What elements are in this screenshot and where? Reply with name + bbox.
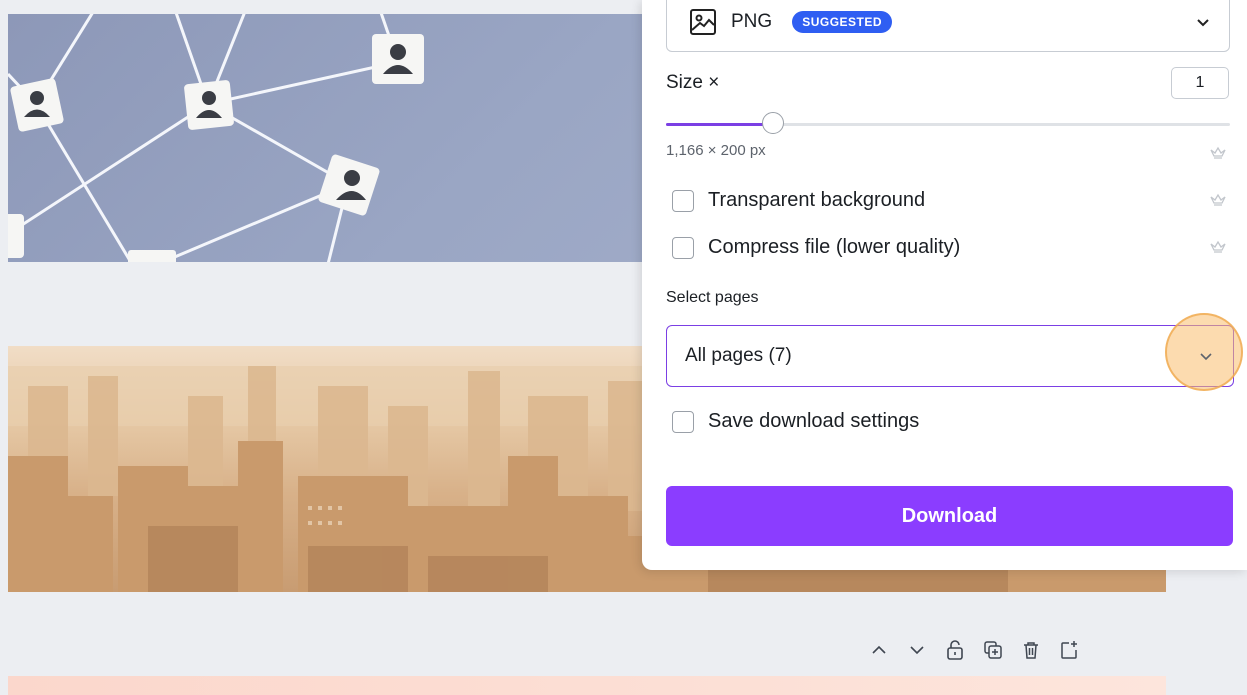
save-settings-label: Save download settings [708, 410, 920, 432]
size-input[interactable]: 1 [1171, 67, 1229, 99]
move-page-down-button[interactable] [900, 633, 934, 667]
lock-page-button[interactable] [938, 633, 972, 667]
duplicate-icon [984, 641, 1002, 659]
save-settings-option[interactable]: Save download settings [672, 410, 919, 433]
lock-icon [947, 640, 963, 660]
download-button[interactable]: Download [666, 486, 1233, 546]
transparent-background-checkbox[interactable] [672, 189, 694, 212]
compress-file-label: Compress file (lower quality) [708, 236, 961, 258]
output-dimensions: 1,166 × 200 px [666, 142, 766, 159]
duplicate-page-button[interactable] [976, 633, 1010, 667]
size-slider-handle[interactable] [762, 112, 785, 134]
transparent-background-label: Transparent background [708, 189, 926, 211]
size-slider-fill [666, 123, 774, 126]
add-page-icon [1061, 641, 1077, 659]
trash-icon [1024, 642, 1038, 659]
chevron-up-icon [872, 645, 886, 654]
chevron-down-icon [910, 646, 924, 655]
size-label: Size × [666, 72, 720, 93]
suggested-badge: SUGGESTED [792, 11, 893, 33]
select-pages-label: Select pages [666, 289, 759, 306]
delete-page-button[interactable] [1014, 633, 1048, 667]
select-pages-dropdown[interactable]: All pages (7) [666, 325, 1234, 387]
chevron-down-icon[interactable] [1197, 347, 1215, 365]
select-pages-value: All pages (7) [685, 345, 792, 366]
move-page-up-button[interactable] [862, 633, 896, 667]
file-type-select[interactable]: PNG SUGGESTED [666, 0, 1230, 52]
chevron-down-icon [1197, 19, 1209, 27]
compress-file-option[interactable]: Compress file (lower quality) [672, 236, 960, 259]
crown-icon [1210, 193, 1226, 206]
crown-icon [1210, 240, 1226, 253]
size-slider[interactable] [666, 112, 1230, 134]
compress-file-checkbox[interactable] [672, 236, 694, 259]
add-page-button[interactable] [1052, 633, 1086, 667]
transparent-background-option[interactable]: Transparent background [672, 189, 925, 212]
crown-icon [1210, 146, 1226, 159]
page-thumbnail-peach[interactable] [8, 676, 1166, 695]
save-settings-checkbox[interactable] [672, 410, 694, 433]
image-icon [690, 9, 716, 35]
download-panel: PNG SUGGESTED Size × 1 1,166 × 200 px Tr… [642, 0, 1247, 570]
file-type-value: PNG [731, 11, 773, 32]
page-toolbar [862, 628, 1162, 672]
